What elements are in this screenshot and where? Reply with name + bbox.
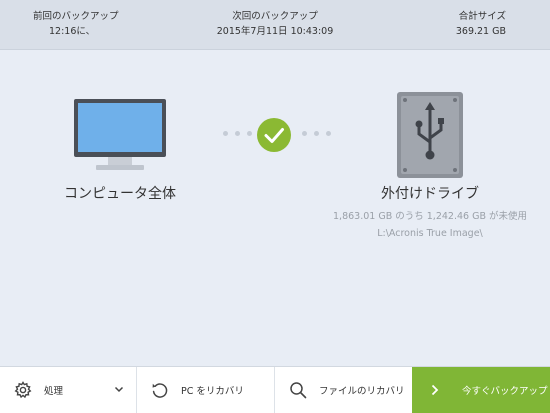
connector-dots-right [302, 131, 331, 136]
dot [223, 131, 228, 136]
operations-button[interactable]: 処理 [0, 367, 137, 413]
dot [302, 131, 307, 136]
destination-label[interactable]: 外付けドライブ [370, 183, 490, 203]
backup-now-label: 今すぐバックアップ [462, 386, 548, 397]
dot [247, 131, 252, 136]
total-size-label: 合計サイズ [458, 11, 506, 22]
backup-summary-bar: 前回のバックアップ 12:16に、 次回のバックアップ 2015年7月11日 1… [0, 0, 550, 50]
recover-pc-label: PC をリカバリ [181, 386, 244, 397]
checkmark-icon [257, 118, 291, 152]
usb-drive-icon[interactable] [397, 92, 463, 178]
operations-label: 処理 [44, 386, 64, 397]
destination-usage: 1,863.01 GB のうち 1,242.46 GB が未使用 [333, 211, 527, 222]
dot [314, 131, 319, 136]
search-icon [289, 381, 307, 399]
refresh-icon [151, 381, 169, 399]
chevron-down-icon [114, 384, 124, 394]
connector-dots-left [223, 131, 252, 136]
recover-files-label: ファイルのリカバリ [319, 386, 405, 397]
action-toolbar: 処理 PC をリカバリ ファイルのリカバリ 今すぐバックアップ [0, 366, 550, 413]
recover-files-button[interactable]: ファイルのリカバリ [275, 367, 412, 413]
total-size-value: 369.21 GB [455, 26, 506, 37]
chevron-right-icon [430, 384, 440, 396]
dot [326, 131, 331, 136]
total-size: 合計サイズ 369.21 GB [456, 9, 506, 39]
gear-icon [14, 381, 32, 399]
computer-icon[interactable] [74, 99, 166, 173]
dot [235, 131, 240, 136]
backup-now-button[interactable]: 今すぐバックアップ [412, 367, 550, 413]
destination-path: L:\Acronis True Image\ [377, 228, 483, 239]
recover-pc-button[interactable]: PC をリカバリ [137, 367, 275, 413]
source-label[interactable]: コンピュータ全体 [57, 183, 183, 203]
